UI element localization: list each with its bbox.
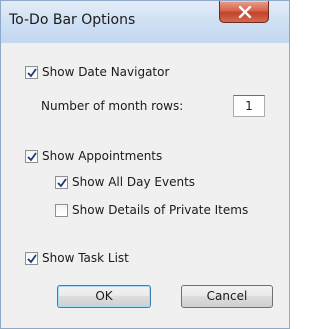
show-task-list-label: Show Task List: [42, 251, 129, 265]
show-appointments-option[interactable]: Show Appointments: [25, 149, 162, 163]
cancel-button[interactable]: Cancel: [181, 285, 273, 308]
show-private-details-label: Show Details of Private Items: [72, 203, 249, 217]
show-private-details-checkbox[interactable]: [55, 203, 68, 217]
dialog-body: Show Date Navigator Number of month rows…: [1, 43, 289, 328]
checkmark-icon: [27, 67, 37, 77]
close-icon: [238, 6, 252, 18]
month-rows-row: Number of month rows:: [41, 99, 183, 113]
show-date-navigator-checkbox[interactable]: [25, 65, 38, 79]
show-all-day-events-checkbox[interactable]: [55, 175, 68, 189]
show-task-list-checkbox[interactable]: [25, 251, 38, 265]
show-all-day-events-option[interactable]: Show All Day Events: [55, 175, 195, 189]
show-all-day-events-label: Show All Day Events: [72, 175, 196, 189]
dialog-window: To-Do Bar Options Show Date Navigator Nu…: [0, 0, 290, 329]
month-rows-input[interactable]: 1: [233, 95, 265, 117]
month-rows-label: Number of month rows:: [41, 99, 184, 113]
title-bar: To-Do Bar Options: [1, 1, 289, 43]
show-date-navigator-option[interactable]: Show Date Navigator: [25, 65, 169, 79]
show-private-details-option[interactable]: Show Details of Private Items: [55, 203, 248, 217]
ok-button[interactable]: OK: [57, 285, 151, 308]
show-date-navigator-label: Show Date Navigator: [42, 65, 170, 79]
checkmark-icon: [27, 151, 37, 161]
show-appointments-checkbox[interactable]: [25, 149, 38, 163]
show-appointments-label: Show Appointments: [42, 149, 163, 163]
close-button[interactable]: [219, 1, 269, 23]
checkmark-icon: [57, 177, 67, 187]
dialog-title: To-Do Bar Options: [9, 12, 136, 28]
checkmark-icon: [27, 253, 37, 263]
show-task-list-option[interactable]: Show Task List: [25, 251, 129, 265]
